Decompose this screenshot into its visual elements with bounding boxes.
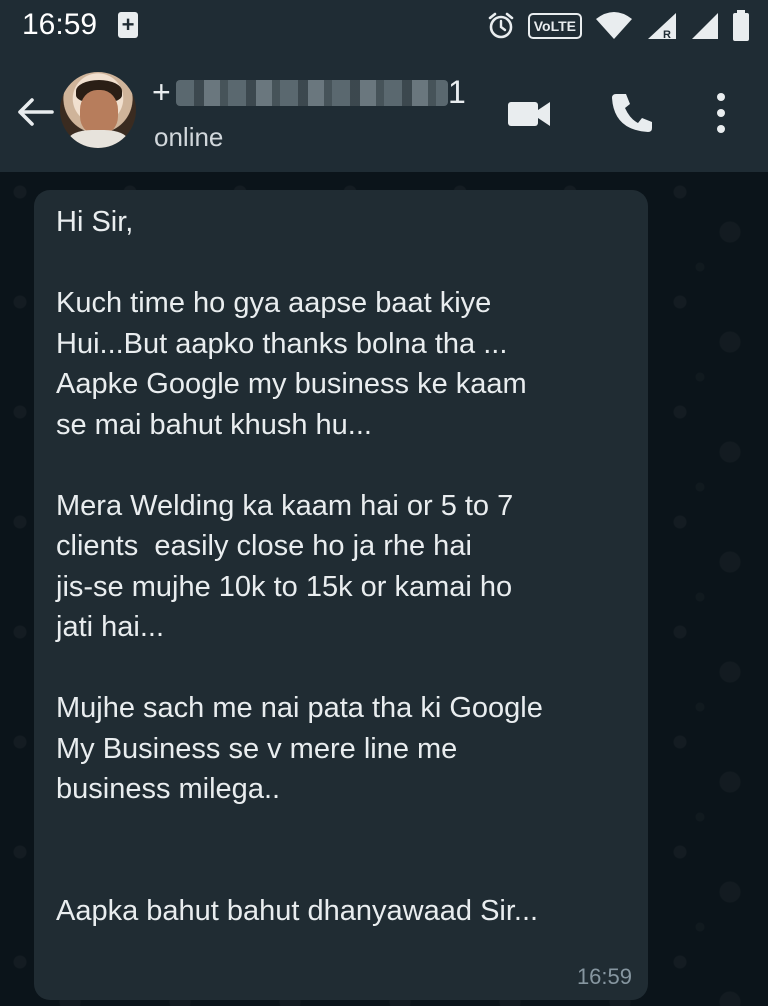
status-time: 16:59: [22, 8, 98, 41]
voice-call-icon: [612, 94, 652, 132]
status-icons: VoLTE R: [486, 8, 750, 44]
contact-name[interactable]: + 1: [152, 74, 466, 114]
message-text: Hi Sir, Kuch time ho gya aapse baat kiye…: [56, 206, 543, 927]
message-bubble[interactable]: Hi Sir, Kuch time ho gya aapse baat kiye…: [34, 190, 648, 1000]
more-options-icon: [717, 93, 725, 133]
back-arrow-icon: [18, 98, 54, 126]
alarm-icon: [488, 12, 514, 39]
video-call-button[interactable]: [504, 88, 554, 138]
video-call-icon: [508, 102, 550, 126]
notification-plus-icon: +: [118, 12, 138, 38]
message-timestamp: 16:59: [576, 964, 632, 989]
back-button[interactable]: [14, 92, 58, 132]
chat-header: + 1 online: [0, 52, 768, 172]
chat-area[interactable]: Hi Sir, Kuch time ho gya aapse baat kiye…: [0, 172, 768, 1006]
avatar-shirt: [68, 130, 128, 148]
status-bar: 16:59 + VoLTE R: [0, 0, 768, 52]
contact-name-suffix: 1: [448, 74, 466, 110]
redacted-phone-number: [176, 80, 448, 106]
svg-text:R: R: [663, 29, 671, 41]
volte-icon: VoLTE: [527, 13, 582, 39]
signal-icon: [692, 13, 718, 39]
avatar-face: [80, 90, 118, 134]
more-options-button[interactable]: [696, 88, 746, 138]
signal-roaming-icon: R: [648, 13, 676, 41]
voice-call-button[interactable]: [606, 88, 656, 138]
contact-status: online: [154, 122, 224, 152]
battery-icon: [733, 10, 749, 41]
contact-avatar[interactable]: [60, 72, 136, 148]
whatsapp-chat-screen: 16:59 + VoLTE R + 1 online Hi Sir, Kuch …: [0, 0, 768, 1006]
contact-name-prefix: +: [152, 74, 171, 110]
wifi-icon: [596, 12, 632, 39]
